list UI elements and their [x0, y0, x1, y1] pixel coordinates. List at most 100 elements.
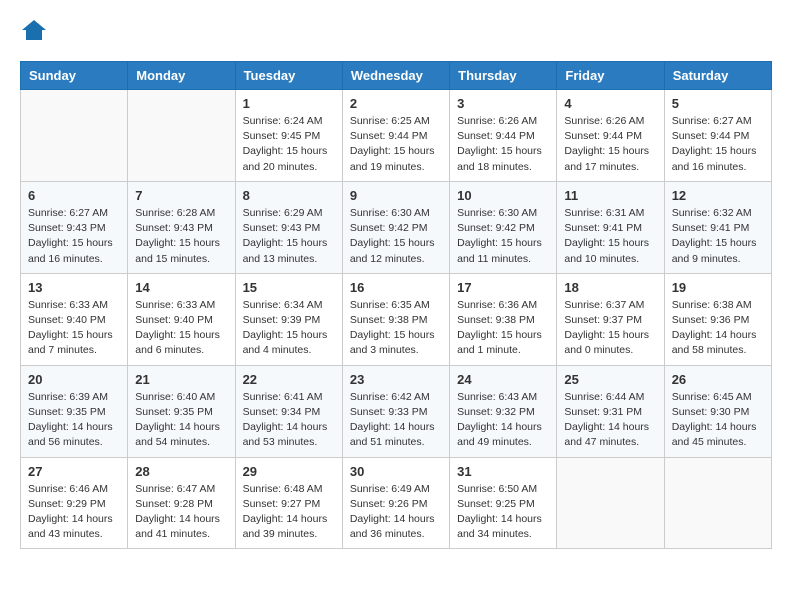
day-number: 9: [350, 188, 442, 203]
day-number: 29: [243, 464, 335, 479]
day-info: Sunrise: 6:40 AMSunset: 9:35 PMDaylight:…: [135, 390, 227, 451]
day-number: 26: [672, 372, 764, 387]
day-info: Sunrise: 6:38 AMSunset: 9:36 PMDaylight:…: [672, 298, 764, 359]
day-number: 22: [243, 372, 335, 387]
day-info: Sunrise: 6:48 AMSunset: 9:27 PMDaylight:…: [243, 482, 335, 543]
calendar-day-18: 18Sunrise: 6:37 AMSunset: 9:37 PMDayligh…: [557, 273, 664, 365]
calendar-week-row: 1 Sunrise: 6:24 AMSunset: 9:45 PMDaylight…: [21, 90, 772, 182]
calendar-body: 1 Sunrise: 6:24 AMSunset: 9:45 PMDaylight…: [21, 90, 772, 549]
weekday-header-wednesday: Wednesday: [342, 62, 449, 90]
calendar-day-21: 21Sunrise: 6:40 AMSunset: 9:35 PMDayligh…: [128, 365, 235, 457]
day-info: Sunrise: 6:27 AMSunset: 9:44 PMDaylight:…: [672, 114, 764, 175]
day-info: Sunrise: 6:49 AMSunset: 9:26 PMDaylight:…: [350, 482, 442, 543]
day-info: Sunrise: 6:43 AMSunset: 9:32 PMDaylight:…: [457, 390, 549, 451]
day-info: Sunrise: 6:50 AMSunset: 9:25 PMDaylight:…: [457, 482, 549, 543]
day-info: Sunrise: 6:30 AMSunset: 9:42 PMDaylight:…: [457, 206, 549, 267]
calendar-week-row: 20Sunrise: 6:39 AMSunset: 9:35 PMDayligh…: [21, 365, 772, 457]
day-number: 14: [135, 280, 227, 295]
calendar-week-row: 13 Sunrise: 6:33 AMSunset: 9:40 PMDayligh…: [21, 273, 772, 365]
weekday-header-monday: Monday: [128, 62, 235, 90]
day-number: 6: [28, 188, 120, 203]
day-number: 15: [243, 280, 335, 295]
calendar-empty-cell: [128, 90, 235, 182]
day-number: 30: [350, 464, 442, 479]
day-info: Sunrise: 6:28 AMSunset: 9:43 PMDaylight:…: [135, 206, 227, 267]
logo-text: [20, 20, 46, 45]
day-info: Sunrise: 6:45 AMSunset: 9:30 PMDaylight:…: [672, 390, 764, 451]
calendar-day-11: 11 Sunrise: 6:31 AMSunset: 9:41 PMDayligh…: [557, 181, 664, 273]
calendar-day-1: 1 Sunrise: 6:24 AMSunset: 9:45 PMDaylight…: [235, 90, 342, 182]
day-number: 4: [564, 96, 656, 111]
day-number: 13: [28, 280, 120, 295]
day-number: 16: [350, 280, 442, 295]
day-number: 19: [672, 280, 764, 295]
logo-icon: [22, 20, 46, 40]
calendar-day-3: 3 Sunrise: 6:26 AMSunset: 9:44 PMDaylight…: [450, 90, 557, 182]
day-info: Sunrise: 6:33 AMSunset: 9:40 PMDaylight:…: [28, 298, 120, 359]
calendar-empty-cell: [557, 457, 664, 549]
day-number: 10: [457, 188, 549, 203]
calendar-day-25: 25 Sunrise: 6:44 AMSunset: 9:31 PMDayligh…: [557, 365, 664, 457]
day-number: 24: [457, 372, 549, 387]
day-info: Sunrise: 6:44 AMSunset: 9:31 PMDaylight:…: [564, 390, 656, 451]
calendar-day-17: 17 Sunrise: 6:36 AMSunset: 9:38 PMDayligh…: [450, 273, 557, 365]
calendar-day-20: 20Sunrise: 6:39 AMSunset: 9:35 PMDayligh…: [21, 365, 128, 457]
day-info: Sunrise: 6:24 AMSunset: 9:45 PMDaylight:…: [243, 114, 335, 175]
calendar-day-6: 6 Sunrise: 6:27 AMSunset: 9:43 PMDaylight…: [21, 181, 128, 273]
day-number: 3: [457, 96, 549, 111]
page-header: [20, 20, 772, 45]
calendar-week-row: 27 Sunrise: 6:46 AMSunset: 9:29 PMDayligh…: [21, 457, 772, 549]
day-info: Sunrise: 6:30 AMSunset: 9:42 PMDaylight:…: [350, 206, 442, 267]
calendar-day-15: 15Sunrise: 6:34 AMSunset: 9:39 PMDayligh…: [235, 273, 342, 365]
calendar-day-12: 12 Sunrise: 6:32 AMSunset: 9:41 PMDayligh…: [664, 181, 771, 273]
weekday-header-saturday: Saturday: [664, 62, 771, 90]
day-info: Sunrise: 6:46 AMSunset: 9:29 PMDaylight:…: [28, 482, 120, 543]
calendar-day-4: 4 Sunrise: 6:26 AMSunset: 9:44 PMDaylight…: [557, 90, 664, 182]
calendar-day-23: 23Sunrise: 6:42 AMSunset: 9:33 PMDayligh…: [342, 365, 449, 457]
calendar-day-13: 13 Sunrise: 6:33 AMSunset: 9:40 PMDayligh…: [21, 273, 128, 365]
weekday-header-thursday: Thursday: [450, 62, 557, 90]
day-info: Sunrise: 6:27 AMSunset: 9:43 PMDaylight:…: [28, 206, 120, 267]
day-info: Sunrise: 6:25 AMSunset: 9:44 PMDaylight:…: [350, 114, 442, 175]
calendar-day-30: 30 Sunrise: 6:49 AMSunset: 9:26 PMDayligh…: [342, 457, 449, 549]
weekday-header-tuesday: Tuesday: [235, 62, 342, 90]
weekday-header-sunday: Sunday: [21, 62, 128, 90]
calendar-day-14: 14 Sunrise: 6:33 AMSunset: 9:40 PMDayligh…: [128, 273, 235, 365]
day-number: 25: [564, 372, 656, 387]
calendar-day-5: 5 Sunrise: 6:27 AMSunset: 9:44 PMDaylight…: [664, 90, 771, 182]
day-number: 27: [28, 464, 120, 479]
day-number: 1: [243, 96, 335, 111]
day-info: Sunrise: 6:41 AMSunset: 9:34 PMDaylight:…: [243, 390, 335, 451]
calendar-day-7: 7Sunrise: 6:28 AMSunset: 9:43 PMDaylight…: [128, 181, 235, 273]
calendar-empty-cell: [21, 90, 128, 182]
day-number: 5: [672, 96, 764, 111]
day-info: Sunrise: 6:35 AMSunset: 9:38 PMDaylight:…: [350, 298, 442, 359]
day-number: 17: [457, 280, 549, 295]
day-info: Sunrise: 6:33 AMSunset: 9:40 PMDaylight:…: [135, 298, 227, 359]
calendar-day-8: 8Sunrise: 6:29 AMSunset: 9:43 PMDaylight…: [235, 181, 342, 273]
day-number: 23: [350, 372, 442, 387]
calendar-day-29: 29 Sunrise: 6:48 AMSunset: 9:27 PMDayligh…: [235, 457, 342, 549]
calendar-day-9: 9 Sunrise: 6:30 AMSunset: 9:42 PMDaylight…: [342, 181, 449, 273]
calendar-table: SundayMondayTuesdayWednesdayThursdayFrid…: [20, 61, 772, 549]
calendar-day-27: 27 Sunrise: 6:46 AMSunset: 9:29 PMDayligh…: [21, 457, 128, 549]
day-number: 11: [564, 188, 656, 203]
weekday-header-row: SundayMondayTuesdayWednesdayThursdayFrid…: [21, 62, 772, 90]
calendar-day-31: 31Sunrise: 6:50 AMSunset: 9:25 PMDayligh…: [450, 457, 557, 549]
calendar-day-22: 22 Sunrise: 6:41 AMSunset: 9:34 PMDayligh…: [235, 365, 342, 457]
calendar-empty-cell: [664, 457, 771, 549]
day-info: Sunrise: 6:26 AMSunset: 9:44 PMDaylight:…: [457, 114, 549, 175]
logo: [20, 20, 46, 45]
day-info: Sunrise: 6:31 AMSunset: 9:41 PMDaylight:…: [564, 206, 656, 267]
calendar-day-2: 2Sunrise: 6:25 AMSunset: 9:44 PMDaylight…: [342, 90, 449, 182]
day-info: Sunrise: 6:26 AMSunset: 9:44 PMDaylight:…: [564, 114, 656, 175]
weekday-header-friday: Friday: [557, 62, 664, 90]
day-info: Sunrise: 6:36 AMSunset: 9:38 PMDaylight:…: [457, 298, 549, 359]
calendar-day-26: 26 Sunrise: 6:45 AMSunset: 9:30 PMDayligh…: [664, 365, 771, 457]
day-info: Sunrise: 6:32 AMSunset: 9:41 PMDaylight:…: [672, 206, 764, 267]
day-number: 8: [243, 188, 335, 203]
calendar-day-28: 28Sunrise: 6:47 AMSunset: 9:28 PMDayligh…: [128, 457, 235, 549]
calendar-day-10: 10 Sunrise: 6:30 AMSunset: 9:42 PMDayligh…: [450, 181, 557, 273]
day-number: 12: [672, 188, 764, 203]
calendar-day-16: 16 Sunrise: 6:35 AMSunset: 9:38 PMDayligh…: [342, 273, 449, 365]
